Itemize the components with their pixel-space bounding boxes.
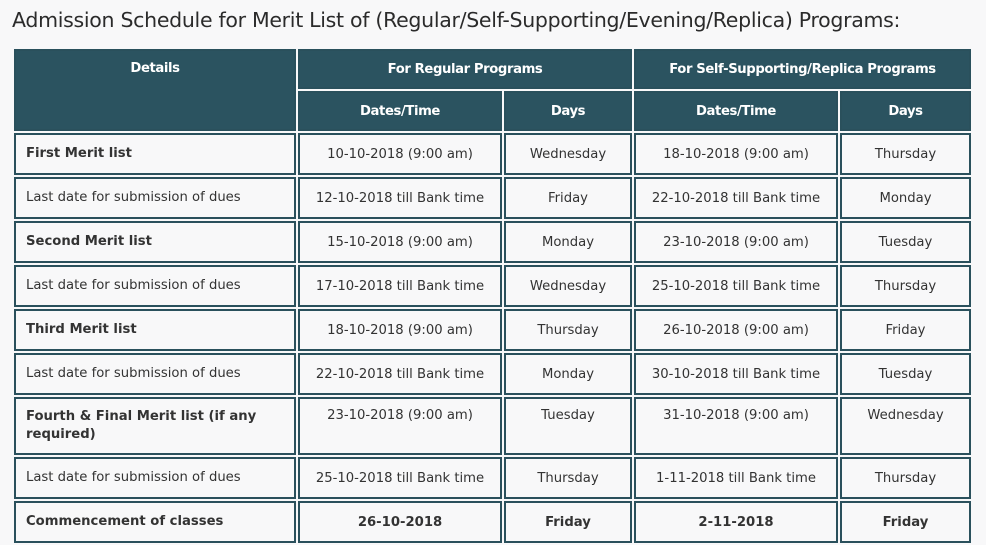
header-details: Details xyxy=(14,49,296,131)
header-self-supporting-programs: For Self-Supporting/Replica Programs xyxy=(634,49,971,89)
detail-cell: Third Merit list xyxy=(14,309,296,351)
detail-cell: Fourth & Final Merit list (if any requir… xyxy=(14,397,296,455)
table-row: Last date for submission of dues 22-10-20… xyxy=(14,353,971,395)
detail-cell: Last date for submission of dues xyxy=(14,457,296,499)
self-date-cell: 1-11-2018 till Bank time xyxy=(634,457,838,499)
self-date-cell: 26-10-2018 (9:00 am) xyxy=(634,309,838,351)
header-regular-programs: For Regular Programs xyxy=(298,49,632,89)
self-day-cell: Tuesday xyxy=(840,353,971,395)
regular-date-cell: 23-10-2018 (9:00 am) xyxy=(298,397,502,455)
regular-day-cell: Monday xyxy=(504,353,632,395)
detail-cell: Last date for submission of dues xyxy=(14,265,296,307)
table-row: First Merit list 10-10-2018 (9:00 am) Wedn… xyxy=(14,133,971,175)
detail-cell: Second Merit list xyxy=(14,221,296,263)
self-day-cell: Tuesday xyxy=(840,221,971,263)
self-day-cell: Thursday xyxy=(840,265,971,307)
table-row: Last date for submission of dues 12-10-20… xyxy=(14,177,971,219)
detail-cell: Last date for submission of dues xyxy=(14,177,296,219)
regular-date-cell: 10-10-2018 (9:00 am) xyxy=(298,133,502,175)
self-day-cell: Wednesday xyxy=(840,397,971,455)
self-day-cell: Thursday xyxy=(840,457,971,499)
regular-day-cell: Friday xyxy=(504,177,632,219)
regular-date-cell: 22-10-2018 till Bank time xyxy=(298,353,502,395)
detail-cell: Last date for submission of dues xyxy=(14,353,296,395)
detail-cell: First Merit list xyxy=(14,133,296,175)
table-row: Second Merit list 15-10-2018 (9:00 am) Mon… xyxy=(14,221,971,263)
self-day-cell: Friday xyxy=(840,309,971,351)
header-row-groups: Details For Regular Programs For Self-Su… xyxy=(14,49,971,131)
table-row: Fourth & Final Merit list (if any requir… xyxy=(14,397,971,455)
page-title: Admission Schedule for Merit List of (Re… xyxy=(12,8,901,32)
self-date-cell: 23-10-2018 (9:00 am) xyxy=(634,221,838,263)
self-date-cell: 18-10-2018 (9:00 am) xyxy=(634,133,838,175)
regular-day-cell: Thursday xyxy=(504,457,632,499)
regular-date-cell: 25-10-2018 till Bank time xyxy=(298,457,502,499)
header-regular-days: Days xyxy=(504,91,632,131)
regular-date-cell: 18-10-2018 (9:00 am) xyxy=(298,309,502,351)
regular-day-cell: Thursday xyxy=(504,309,632,351)
self-day-cell: Thursday xyxy=(840,133,971,175)
header-regular-dates: Dates/Time xyxy=(298,91,502,131)
self-date-cell: 25-10-2018 till Bank time xyxy=(634,265,838,307)
self-date-cell: 31-10-2018 (9:00 am) xyxy=(634,397,838,455)
regular-day-cell: Wednesday xyxy=(504,265,632,307)
self-date-cell: 22-10-2018 till Bank time xyxy=(634,177,838,219)
self-date-cell: 30-10-2018 till Bank time xyxy=(634,353,838,395)
table-row: Last date for submission of dues 17-10-20… xyxy=(14,265,971,307)
admission-schedule-table: Details For Regular Programs For Self-Su… xyxy=(12,47,973,545)
header-self-dates: Dates/Time xyxy=(634,91,838,131)
regular-date-cell: 12-10-2018 till Bank time xyxy=(298,177,502,219)
regular-day-cell: Wednesday xyxy=(504,133,632,175)
table-row: Third Merit list 18-10-2018 (9:00 am) Thur… xyxy=(14,309,971,351)
regular-day-cell: Tuesday xyxy=(504,397,632,455)
regular-date-cell: 17-10-2018 till Bank time xyxy=(298,265,502,307)
header-self-days: Days xyxy=(840,91,971,131)
table-row: Last date for submission of dues 25-10-20… xyxy=(14,457,971,499)
self-day-cell: Monday xyxy=(840,177,971,219)
regular-date-cell: 15-10-2018 (9:00 am) xyxy=(298,221,502,263)
regular-day-cell: Monday xyxy=(504,221,632,263)
